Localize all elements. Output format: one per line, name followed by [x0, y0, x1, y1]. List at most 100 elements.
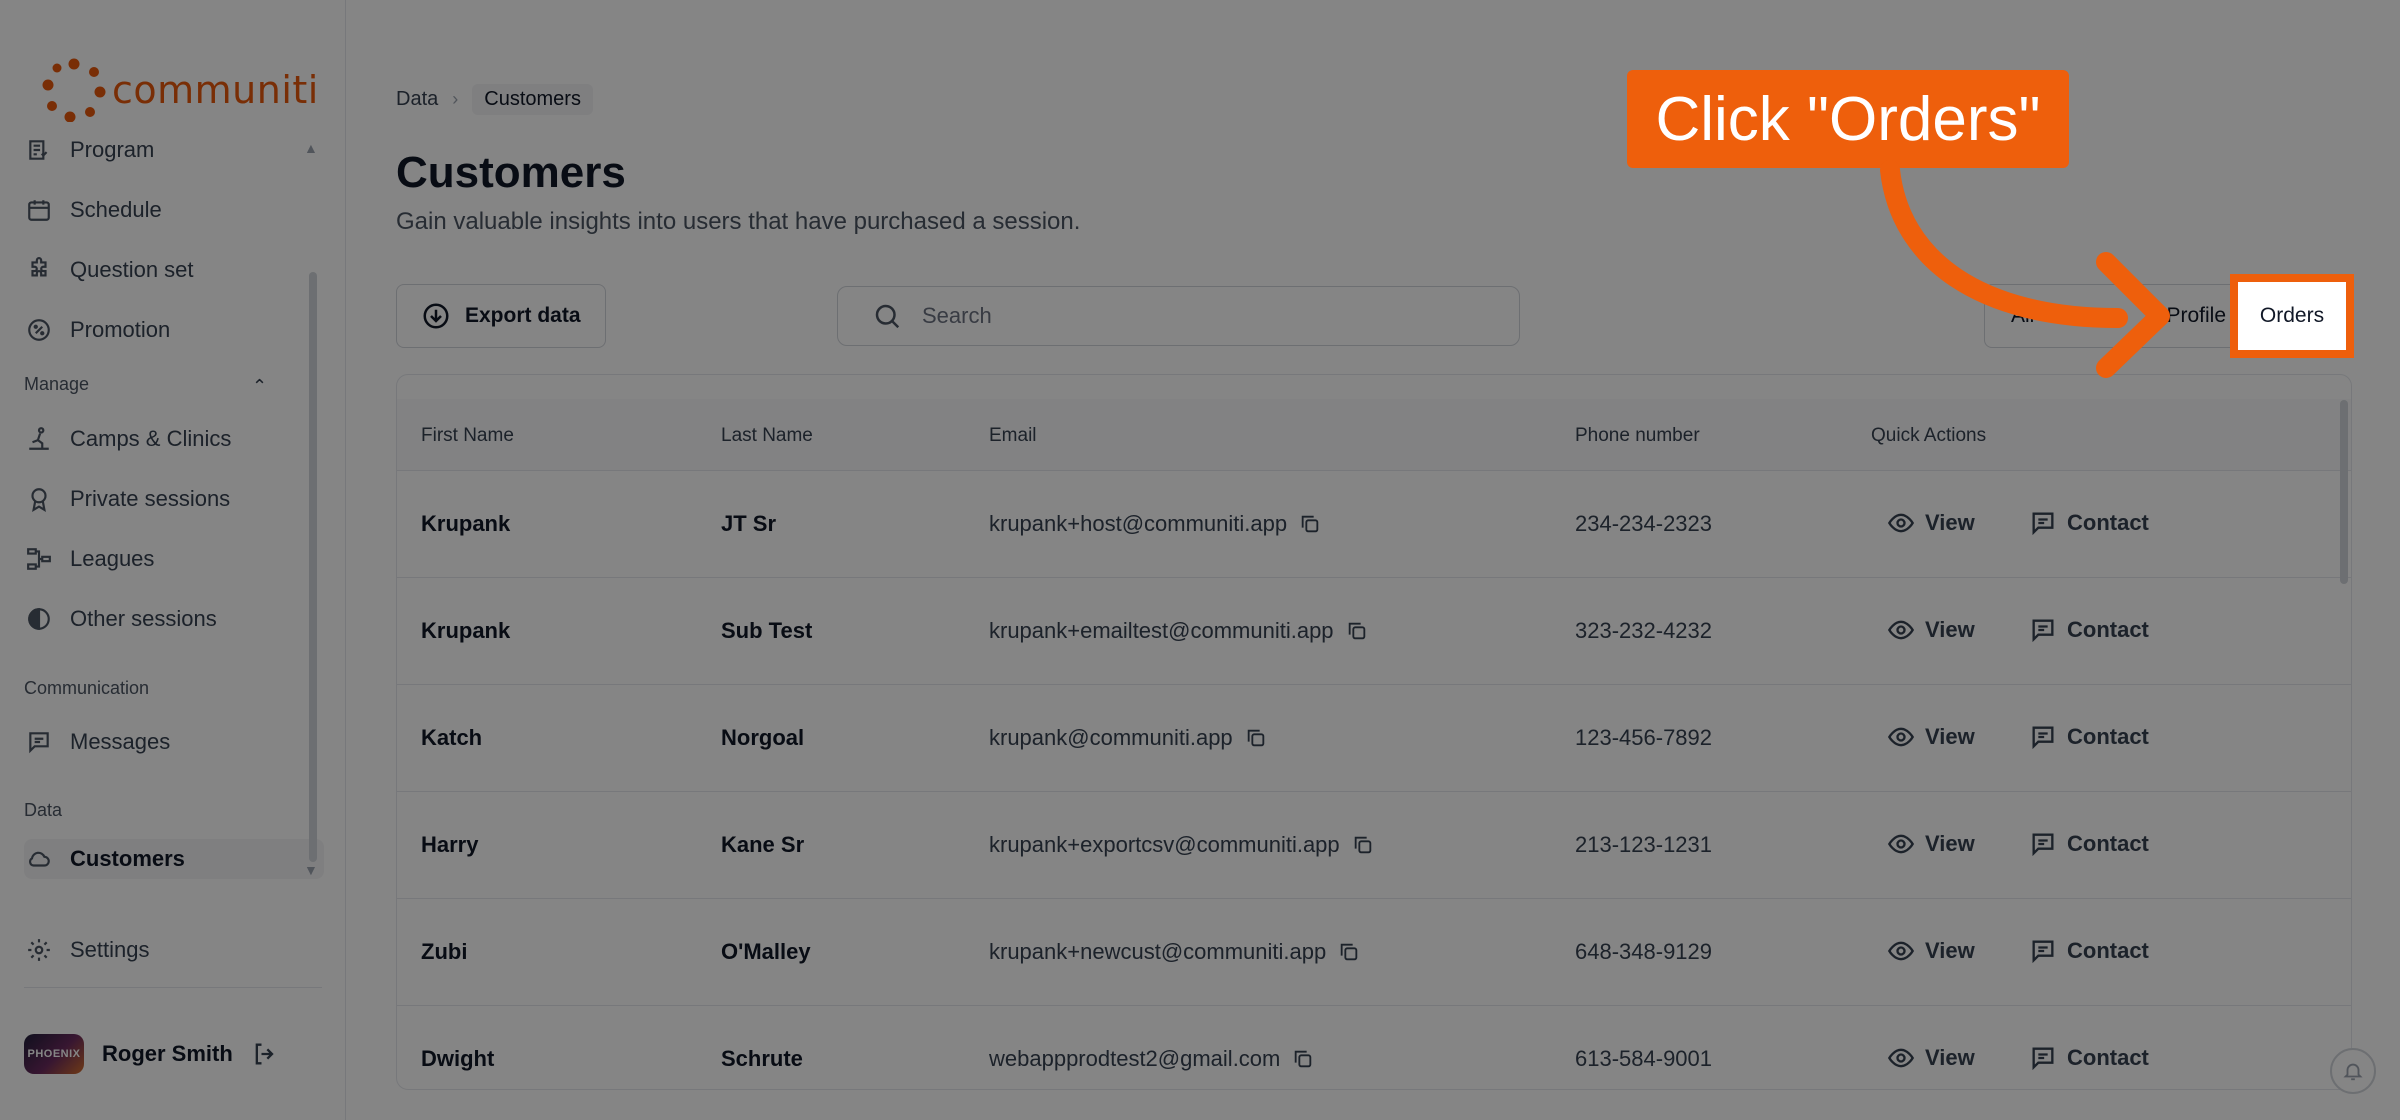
cell-email: webappprodtest2@gmail.com [989, 1046, 1314, 1072]
logout-icon[interactable] [251, 1040, 279, 1068]
brand-logo[interactable]: communiti [42, 58, 319, 123]
cell-last-name: Kane Sr [721, 832, 805, 857]
message-icon [2029, 723, 2057, 751]
contact-label: Contact [2067, 831, 2149, 856]
sidebar-scrollbar[interactable] [309, 272, 317, 862]
contact-button[interactable]: Contact [2029, 937, 2149, 965]
contact-label: Contact [2067, 938, 2149, 963]
cell-phone: 648-348-9129 [1575, 939, 1713, 964]
contact-button[interactable]: Contact [2029, 616, 2149, 644]
table-scrollbar[interactable] [2340, 400, 2348, 584]
sidebar-item-messages[interactable]: Messages [24, 722, 324, 762]
email-text: krupank+newcust@communiti.app [989, 939, 1327, 964]
table-row[interactable]: Harry Kane Sr krupank+exportcsv@communiti.… [397, 792, 2351, 899]
copy-icon[interactable] [1299, 513, 1321, 535]
column-first-name: First Name [421, 425, 514, 446]
table-row[interactable]: Krupank JT Sr krupank+host@communiti.app 23… [397, 471, 2351, 578]
contact-label: Contact [2067, 510, 2149, 535]
sidebar-item-schedule[interactable]: Schedule [24, 190, 324, 230]
search-icon [872, 301, 902, 331]
message-icon [2029, 830, 2057, 858]
cell-phone: 234-234-2323 [1575, 511, 1713, 536]
contact-button[interactable]: Contact [2029, 1044, 2149, 1072]
sidebar-item-label: Messages [70, 729, 171, 754]
view-label: View [1925, 724, 1975, 749]
table-row[interactable]: Dwight Schrute webappprodtest2@gmail.com 61… [397, 1006, 2351, 1089]
view-label: View [1925, 938, 1975, 963]
sidebar-item-camps-clinics[interactable]: Camps & Clinics [24, 419, 324, 459]
sidebar-scroll-down-icon[interactable]: ▼ [304, 862, 318, 878]
table-row[interactable]: Katch Norgoal krupank@communiti.app 123-456… [397, 685, 2351, 792]
export-data-button[interactable]: Export data [396, 284, 606, 348]
contact-button[interactable]: Contact [2029, 723, 2149, 751]
copy-icon[interactable] [1245, 727, 1267, 749]
sidebar-item-label: Question set [70, 257, 194, 282]
view-button[interactable]: View [1887, 616, 1975, 644]
section-data: Data [24, 800, 63, 820]
table-row[interactable]: Krupank Sub Test krupank+emailtest@communi… [397, 578, 2351, 685]
bracket-icon [24, 544, 54, 574]
sidebar-item-program[interactable]: Program [24, 130, 324, 170]
sidebar-item-label: Leagues [70, 546, 155, 571]
view-button[interactable]: View [1887, 1044, 1975, 1072]
sidebar-item-private-sessions[interactable]: Private sessions [24, 479, 324, 519]
contact-label: Contact [2067, 1045, 2149, 1070]
breadcrumb-current: Customers [472, 84, 593, 115]
cell-email: krupank+newcust@communiti.app [989, 939, 1360, 965]
sidebar-item-customers[interactable]: Customers [24, 839, 324, 879]
cloud-icon [24, 844, 54, 874]
copy-icon[interactable] [1292, 1048, 1314, 1070]
view-button[interactable]: View [1887, 509, 1975, 537]
breadcrumb-data[interactable]: Data [396, 88, 438, 111]
cell-phone: 123-456-7892 [1575, 725, 1713, 750]
message-icon [2029, 937, 2057, 965]
cell-email: krupank+exportcsv@communiti.app [989, 832, 1374, 858]
program-icon [24, 135, 54, 165]
view-button[interactable]: View [1887, 723, 1975, 751]
email-text: krupank+emailtest@communiti.app [989, 618, 1334, 643]
orders-tab-highlight[interactable]: Orders [2230, 274, 2354, 358]
user-profile[interactable]: PHOENIX Roger Smith [24, 1034, 279, 1074]
column-email: Email [989, 425, 1037, 446]
copy-icon[interactable] [1346, 620, 1368, 642]
page-subtitle: Gain valuable insights into users that h… [396, 208, 1081, 235]
bell-icon [2342, 1060, 2364, 1082]
search-input[interactable] [922, 303, 1482, 329]
cell-first-name: Dwight [421, 1046, 495, 1071]
callout-text: Click "Orders" [1655, 84, 2041, 154]
cell-last-name: Schrute [721, 1046, 803, 1071]
sidebar-scroll-up-icon[interactable]: ▲ [304, 140, 318, 156]
cell-first-name: Zubi [421, 939, 468, 964]
view-button[interactable]: View [1887, 830, 1975, 858]
contact-label: Contact [2067, 617, 2149, 642]
sidebar-item-question-set[interactable]: Question set [24, 250, 324, 290]
award-icon [24, 484, 54, 514]
copy-icon[interactable] [1338, 941, 1360, 963]
download-circle-icon [421, 301, 451, 331]
sidebar-item-other-sessions[interactable]: Other sessions [24, 599, 324, 639]
cell-email: krupank@communiti.app [989, 725, 1267, 751]
sidebar-item-promotion[interactable]: Promotion [24, 310, 324, 350]
segment-all[interactable]: All [1984, 284, 2120, 348]
view-button[interactable]: View [1887, 937, 1975, 965]
copy-icon[interactable] [1352, 834, 1374, 856]
email-text: krupank+exportcsv@communiti.app [989, 832, 1340, 857]
cell-last-name: Sub Test [721, 618, 813, 643]
sidebar-item-leagues[interactable]: Leagues [24, 539, 324, 579]
eye-icon [1887, 937, 1915, 965]
segment-profile-label: Profile [2166, 304, 2226, 327]
help-chat-button[interactable] [2330, 1048, 2376, 1094]
sidebar-item-settings[interactable]: Settings [24, 930, 324, 970]
avatar: PHOENIX [24, 1034, 84, 1074]
chevron-up-icon[interactable]: ⌃ [252, 376, 267, 397]
sidebar-divider [24, 987, 322, 988]
table-row[interactable]: Zubi O'Malley krupank+newcust@communiti.ap… [397, 899, 2351, 1006]
column-phone: Phone number [1575, 425, 1700, 446]
page-title: Customers [396, 148, 626, 197]
calendar-icon [24, 195, 54, 225]
contact-button[interactable]: Contact [2029, 509, 2149, 537]
cell-first-name: Harry [421, 832, 479, 857]
puzzle-icon [24, 255, 54, 285]
contact-button[interactable]: Contact [2029, 830, 2149, 858]
segment-profile[interactable]: Profile [2119, 284, 2241, 348]
